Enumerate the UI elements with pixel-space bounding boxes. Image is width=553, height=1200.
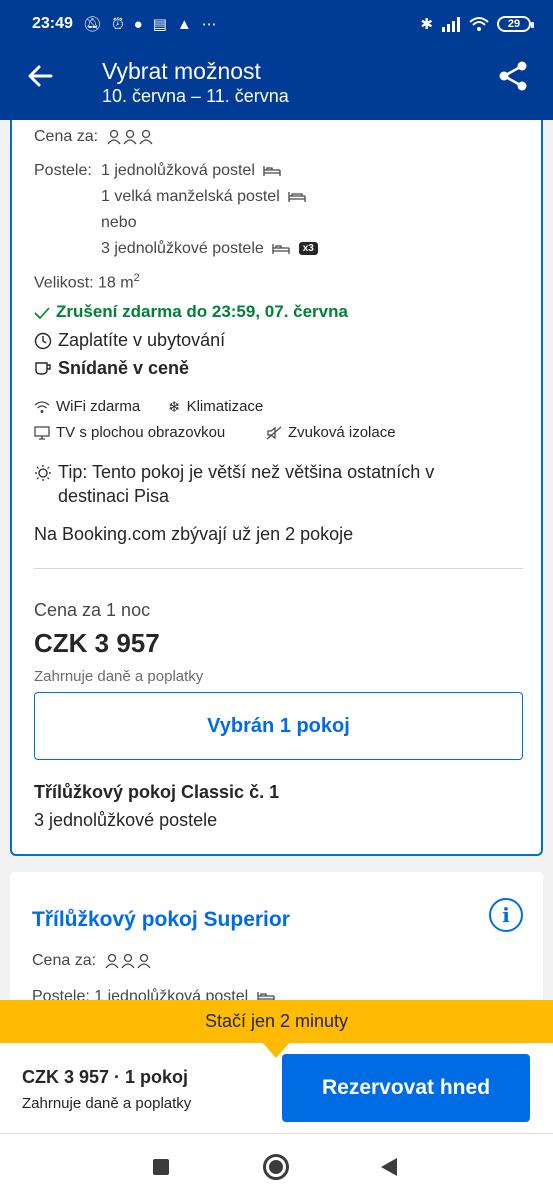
room-card: Třílůžkový pokoj Superior i Cena za: Pos… [10,872,543,1000]
bed-option-1-text: 1 jednolůžková postel [101,162,255,179]
price-for-label: Cena za: [32,952,97,969]
price-note: Zahrnuje daně a poplatky [34,668,204,685]
facility-wifi: WiFi zdarma [34,398,140,415]
selected-room-name: Třílůžkový pokoj Classic č. 1 [34,782,280,802]
system-back-icon[interactable] [381,1158,397,1176]
alarm-icon: ⏰︎ [111,15,124,33]
battery-level: 29 [507,18,521,30]
guests-icon [106,129,155,145]
tip-text-line1: Tip: Tento pokoj je větší než většina os… [58,462,435,482]
price: CZK 3 957 [34,628,160,658]
bed-or: nebo [101,214,137,231]
tip: Tip: Tento pokoj je větší než většina os… [34,462,434,483]
more-icon: ⋯ [201,16,217,33]
wifi-icon [469,17,489,31]
clock-icon [34,333,52,350]
warning-icon: ▲ [176,15,192,33]
snowflake-icon: ❄︎ [168,399,181,417]
header-bar: Vybrat možnost 10. června – 11. června [0,48,553,120]
selected-rooms-button[interactable]: Vybrán 1 pokoj [34,692,523,760]
booking-note: Zahrnuje daně a poplatky [22,1095,192,1112]
pay-at-property-text: Zaplatíte v ubytování [58,330,226,350]
status-time: 23:49 [32,15,73,32]
facility-ac-text: Klimatizace [186,398,264,415]
chat-icon: ● [133,15,143,33]
bluetooth-icon: ✱ [420,16,433,33]
bed-option-3-text: 3 jednolůžkové postele [101,240,264,257]
info-icon[interactable]: i [489,898,523,932]
back-arrow-icon[interactable] [26,62,54,90]
bed-option-2-text: 1 velká manželská postel [101,188,280,205]
share-icon[interactable] [497,60,529,92]
facility-tv-text: TV s plochou obrazovkou [56,424,226,441]
urgency-text: Stačí jen 2 minuty [204,1011,349,1031]
signal-icon [442,17,460,32]
status-bar: 23:49 🔕︎ ⏰︎ ● ▤ ▲ ⋯ ✱ 29 [0,0,553,48]
facility-soundproof: Zvuková izolace [266,424,396,441]
beds-label: Postele: [34,162,92,179]
guests-icon [104,953,153,969]
bed-icon [272,243,290,254]
urgency-pointer [262,1042,290,1058]
lightbulb-icon [35,465,51,482]
price-for-row: Cena za: [32,952,153,970]
room-list[interactable]: Cena za: Postele: 1 jednolůžková postel … [0,120,553,1000]
breakfast-included: Snídaně v ceně [34,358,189,379]
app-header: 23:49 🔕︎ ⏰︎ ● ▤ ▲ ⋯ ✱ 29 Vybrat možnost … [0,0,553,120]
bed-icon [288,191,306,202]
bed-icon [263,165,281,176]
price-for-row: Cena za: [34,128,155,146]
price-per-night-label: Cena za 1 noc [34,600,151,620]
free-cancellation: Zrušení zdarma do 23:59, 07. června [34,302,348,322]
checkmark-icon [34,307,50,319]
bed-count-badge: x3 [298,242,318,256]
news-icon: ▤ [152,16,167,33]
bed-icon [256,991,275,1000]
bed-option-2: 1 velká manželská postel [101,188,306,206]
facility-soundproof-text: Zvuková izolace [288,424,396,441]
booking-summary: CZK 3 957 · 1 pokoj [22,1067,189,1087]
reserve-button[interactable]: Rezervovat hned [282,1054,530,1122]
bed-option-1: 1 jednolůžková postel [101,162,281,180]
selected-room-card: Cena za: Postele: 1 jednolůžková postel … [10,120,543,856]
system-nav-bar [0,1134,553,1200]
bed-option-3: 3 jednolůžkové postele x3 [101,240,318,258]
facility-tv: TV s plochou obrazovkou [34,424,225,441]
page-title: Vybrat možnost [102,58,261,84]
battery-icon: 29 [497,16,534,32]
stay-dates: 10. června – 11. června [102,86,289,106]
selected-room-beds: 3 jednolůžkové postele [34,810,218,830]
coffee-cup-icon [35,362,51,375]
facility-wifi-text: WiFi zdarma [56,398,141,415]
room-size-text: Velikost: 18 m [34,274,134,292]
mute-icon: 🔕︎ [82,16,102,33]
urgency-banner: Stačí jen 2 minuty [0,1000,553,1043]
facility-ac: ❄︎ Klimatizace [168,398,263,416]
tv-icon [34,426,50,440]
breakfast-text: Snídaně v ceně [58,358,190,378]
divider [34,568,523,569]
pay-at-property: Zaplatíte v ubytování [34,330,225,351]
free-cancellation-text: Zrušení zdarma do 23:59, 07. června [56,302,348,321]
tip-text-line2: destinaci Pisa [58,486,170,506]
soundproof-icon [266,426,282,440]
home-icon[interactable] [263,1154,289,1180]
room-size-unit: 2 [133,272,140,284]
recent-apps-icon[interactable] [153,1159,169,1175]
room-size: Velikost: 18 m2 [34,272,140,292]
room-title-link[interactable]: Třílůžkový pokoj Superior [32,908,290,932]
availability-notice: Na Booking.com zbývají už jen 2 pokoje [34,524,354,544]
wifi-icon [34,401,50,414]
beds-text: Postele: 1 jednolůžková postel [32,988,249,1000]
beds-row: Postele: 1 jednolůžková postel [32,988,275,1000]
price-for-label: Cena za: [34,128,99,145]
